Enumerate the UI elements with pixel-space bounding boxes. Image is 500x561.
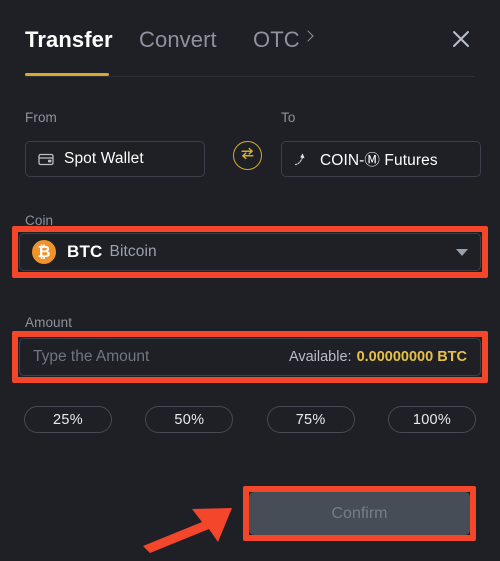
coin-name: Bitcoin	[109, 243, 157, 260]
percent-button-row: 25% 50% 75% 100%	[24, 406, 476, 433]
chevron-right-icon	[302, 30, 314, 42]
from-wallet-select[interactable]: Spot Wallet	[25, 141, 205, 177]
tab-otc[interactable]: OTC	[253, 27, 300, 53]
confirm-button[interactable]: Confirm	[249, 492, 470, 535]
amount-field[interactable]: Available: 0.00000000 BTC	[19, 338, 481, 376]
amount-label: Amount	[25, 315, 73, 330]
coin-symbol: BTC	[67, 242, 103, 261]
available-label: Available:	[288, 349, 352, 365]
coin-label: Coin	[25, 213, 54, 228]
chevron-down-icon[interactable]	[456, 248, 468, 256]
tab-bar: Transfer Convert OTC	[0, 0, 500, 80]
tab-transfer[interactable]: Transfer	[25, 27, 113, 53]
red-arrow-annotation	[143, 508, 232, 553]
to-wallet-select[interactable]: COIN-Ⓜ Futures	[281, 141, 481, 177]
tab-convert[interactable]: Convert	[139, 27, 217, 53]
percent-button-75[interactable]: 75%	[266, 406, 355, 433]
bitcoin-glyph: ₿	[37, 242, 51, 261]
futures-trend-icon	[293, 150, 311, 168]
to-wallet-value: COIN-Ⓜ Futures	[320, 152, 438, 169]
wallet-icon	[37, 150, 55, 168]
coin-selector[interactable]: ₿ BTC Bitcoin	[19, 233, 481, 271]
bitcoin-icon: ₿	[32, 240, 56, 264]
close-icon[interactable]	[444, 22, 478, 56]
amount-input[interactable]	[33, 348, 289, 366]
swap-arrows-icon	[239, 145, 256, 167]
swap-direction-button[interactable]	[233, 141, 262, 170]
percent-button-25[interactable]: 25%	[24, 406, 112, 433]
available-value: 0.00000000 BTC	[356, 349, 467, 365]
percent-button-50[interactable]: 50%	[145, 406, 234, 433]
from-wallet-value: Spot Wallet	[64, 150, 144, 167]
header-divider	[25, 76, 475, 77]
percent-button-100[interactable]: 100%	[387, 406, 476, 433]
transfer-panel: Transfer Convert OTC From Spot Wallet To…	[0, 0, 500, 561]
from-label: From	[25, 110, 57, 125]
to-label: To	[281, 110, 296, 125]
